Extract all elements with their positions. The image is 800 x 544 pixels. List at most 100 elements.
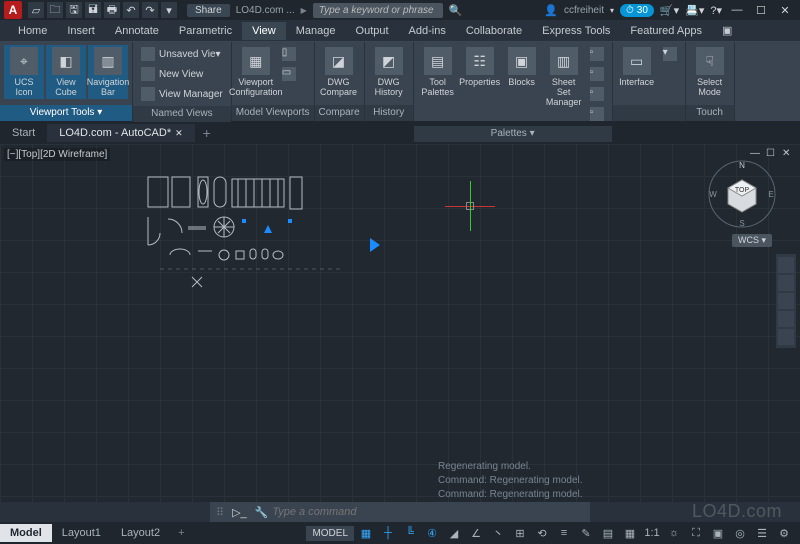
menu-tab-featured-apps[interactable]: Featured Apps [620,22,712,40]
ribbon-extra-icon[interactable]: ▫ [586,85,608,103]
ribbon-panel-label[interactable]: Viewport Tools ▾ [0,105,132,121]
layout-tab-layout2[interactable]: Layout2 [111,524,170,542]
ribbon-panel-label[interactable]: Compare [315,105,364,121]
wcs-badge[interactable]: WCS ▾ [732,234,772,247]
user-name[interactable]: ccfreiheit [564,5,604,16]
ribbon-btn-sheet-set-manager[interactable]: ▥Sheet Set Manager [544,45,584,109]
ribbon-btn-tool-palettes[interactable]: ▤Tool Palettes [418,45,458,99]
status-icon-0[interactable]: ▦ [356,524,376,542]
menu-tab-express-tools[interactable]: Express Tools [532,22,620,40]
menu-overflow-icon[interactable]: ▣ [712,21,742,40]
doc-tab-1[interactable]: LO4D.com - AutoCAD*✕ [47,124,194,142]
ribbon-btn-blocks[interactable]: ▣Blocks [502,45,542,89]
ribbon-panel-label[interactable]: Palettes ▾ [414,126,612,142]
ribbon-btn-new-view[interactable]: New View [137,65,227,83]
ribbon-extra-icon[interactable]: ▾ [659,45,681,63]
cart-icon[interactable]: 🛒▾ [660,4,679,17]
status-icon-4[interactable]: ◢ [444,524,464,542]
credits-badge[interactable]: ⏱ 30 [620,4,654,17]
status-icon-8[interactable]: ⟲ [532,524,552,542]
status-icon-19[interactable]: ⚙ [774,524,794,542]
ribbon-extra-icon[interactable]: ▫ [586,65,608,83]
help-icon[interactable]: ?▾ [710,4,722,17]
ribbon-btn-select-mode[interactable]: ☟Select Mode [690,45,730,99]
share-button[interactable]: Share [187,4,230,17]
cmdline-wrench-icon[interactable]: 🔧 [251,506,273,519]
status-icon-2[interactable]: ╚ [400,524,420,542]
qat-redo-icon[interactable]: ↷ [142,2,158,18]
ribbon-panel-label[interactable]: Named Views [133,106,231,122]
status-icon-6[interactable]: 丶 [488,524,508,542]
user-drop-icon[interactable]: ▾ [610,6,614,15]
add-layout-button[interactable]: + [170,527,192,539]
ribbon-extra-icon[interactable]: ▫ [586,45,608,63]
layout-tab-model[interactable]: Model [0,524,52,542]
nav-pan-icon[interactable] [778,275,794,291]
ribbon-btn-viewport-configuration[interactable]: ▦Viewport Configuration [236,45,276,99]
menu-tab-view[interactable]: View [242,22,286,40]
ribbon-panel-label[interactable]: Model Viewports [232,105,314,121]
maximize-button[interactable]: ☐ [750,2,772,18]
ribbon-extra-icon[interactable]: ▯ [278,45,300,63]
qat-new-icon[interactable]: ▱ [28,2,44,18]
ribbon-btn-dwg-history[interactable]: ◩DWG History [369,45,409,99]
status-icon-12[interactable]: ▦ [620,524,640,542]
status-icon-16[interactable]: ▣ [708,524,728,542]
menu-tab-annotate[interactable]: Annotate [105,22,169,40]
status-icon-7[interactable]: ⊞ [510,524,530,542]
status-icon-3[interactable]: ④ [422,524,442,542]
status-icon-17[interactable]: ◎ [730,524,750,542]
cmdline-handle-icon[interactable]: ⠿ [212,506,228,519]
qat-saveall-icon[interactable]: 🖬 [85,2,101,18]
ribbon-btn-navigation-bar[interactable]: ▥Navigation Bar [88,45,128,99]
status-icon-11[interactable]: ▤ [598,524,618,542]
status-icon-15[interactable]: ⛶ [686,524,706,542]
menu-tab-home[interactable]: Home [8,22,57,40]
nav-wheel-icon[interactable] [778,257,794,273]
ribbon-panel-label[interactable] [613,105,685,121]
ribbon-panel-label[interactable]: History [365,105,413,121]
ribbon-extra-icon[interactable]: ▫ [586,105,608,123]
apps-icon[interactable]: 📇▾ [685,4,704,17]
model-space-badge[interactable]: MODEL [306,526,354,541]
qat-save-icon[interactable]: 🖫 [66,2,82,18]
menu-tab-add-ins[interactable]: Add-ins [399,22,456,40]
menu-tab-parametric[interactable]: Parametric [169,22,242,40]
close-button[interactable]: ✕ [774,2,796,18]
qat-undo-icon[interactable]: ↶ [123,2,139,18]
ribbon-btn-unsaved-vie-[interactable]: Unsaved Vie▾ [137,45,227,63]
status-icon-9[interactable]: ≡ [554,524,574,542]
command-input[interactable] [272,506,588,518]
status-icon-18[interactable]: ☰ [752,524,772,542]
menu-tab-insert[interactable]: Insert [57,22,105,40]
search-icon[interactable]: 🔍 [449,4,463,17]
status-icon-14[interactable]: ☼ [664,524,684,542]
add-doc-button[interactable]: + [195,125,219,141]
search-input[interactable]: Type a keyword or phrase [313,3,443,18]
status-icon-10[interactable]: ✎ [576,524,596,542]
menu-tab-manage[interactable]: Manage [286,22,346,40]
minimize-button[interactable]: — [726,2,748,18]
qat-plot-icon[interactable]: 🖶 [104,2,120,18]
status-icon-13[interactable]: 1:1 [642,524,662,542]
layout-tab-layout1[interactable]: Layout1 [52,524,111,542]
menu-tab-collaborate[interactable]: Collaborate [456,22,532,40]
ribbon-btn-dwg-compare[interactable]: ◪DWG Compare [319,45,359,99]
view-cube[interactable]: N E S W TOP [706,158,778,230]
nav-showm-icon[interactable] [778,329,794,345]
ribbon-btn-ucs-icon[interactable]: ⌖UCS Icon [4,45,44,99]
nav-orbit-icon[interactable] [778,311,794,327]
viewport-label[interactable]: [−][Top][2D Wireframe] [4,148,110,161]
ribbon-btn-view-cube[interactable]: ◧View Cube [46,45,86,99]
qat-drop-icon[interactable]: ▾ [161,2,177,18]
user-icon[interactable]: 👤 [544,4,558,17]
app-logo[interactable]: A [4,1,22,19]
command-line[interactable]: ⠿ ▷_ 🔧 [210,502,590,522]
ribbon-btn-properties[interactable]: ☷Properties [460,45,500,89]
ribbon-panel-label[interactable]: Touch [686,105,734,121]
canvas[interactable]: [−][Top][2D Wireframe] — ☐ ✕ [0,144,800,502]
vp-close-icon[interactable]: ✕ [782,148,794,160]
nav-zoom-icon[interactable] [778,293,794,309]
title-drop-icon[interactable]: ▶ [301,6,307,15]
status-icon-1[interactable]: ┼ [378,524,398,542]
